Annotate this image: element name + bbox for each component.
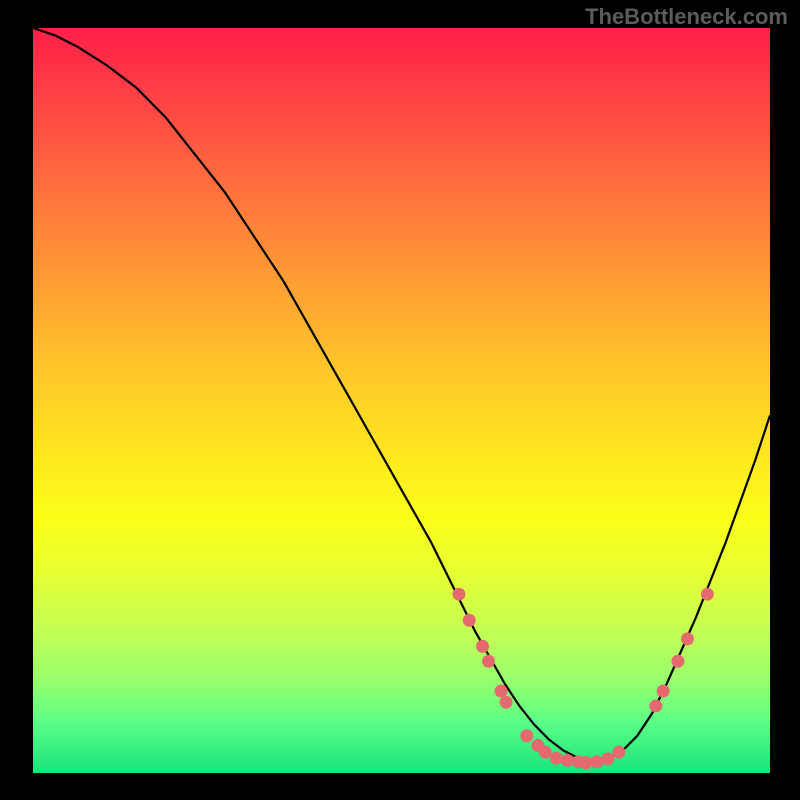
scatter-point bbox=[500, 696, 513, 709]
scatter-point bbox=[520, 729, 533, 742]
scatter-point bbox=[657, 685, 670, 698]
scatter-point bbox=[701, 588, 714, 601]
scatter-point bbox=[671, 655, 684, 668]
scatter-point bbox=[601, 752, 614, 765]
scatter-point bbox=[681, 632, 694, 645]
scatter-point bbox=[539, 746, 552, 759]
chart-container: TheBottleneck.com bbox=[0, 0, 800, 800]
scatter-point bbox=[482, 655, 495, 668]
scatter-point bbox=[561, 754, 574, 767]
scatter-point bbox=[649, 699, 662, 712]
scatter-point bbox=[550, 752, 563, 765]
scatter-point bbox=[452, 588, 465, 601]
plot-area bbox=[33, 28, 770, 773]
scatter-point bbox=[590, 755, 603, 768]
curve-layer bbox=[33, 28, 770, 773]
watermark-text: TheBottleneck.com bbox=[585, 4, 788, 30]
scatter-point bbox=[476, 640, 489, 653]
bottleneck-curve-line bbox=[33, 28, 770, 762]
scatter-point bbox=[612, 746, 625, 759]
scatter-point bbox=[463, 614, 476, 627]
scatter-point bbox=[579, 756, 592, 769]
scatter-point bbox=[495, 685, 508, 698]
scatter-points-group bbox=[452, 588, 713, 769]
